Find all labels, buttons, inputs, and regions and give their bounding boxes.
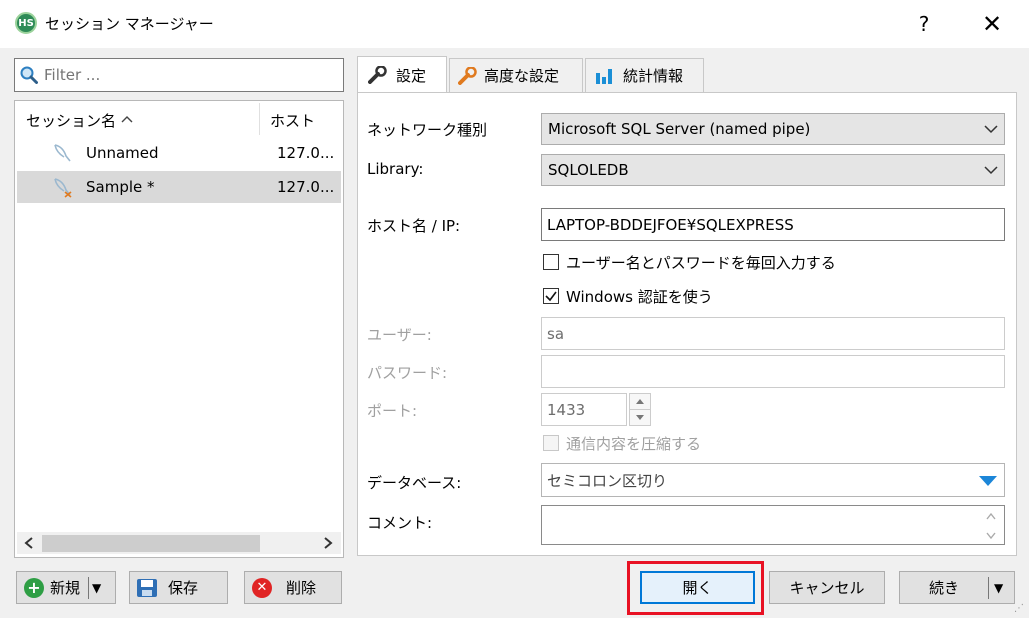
- close-button[interactable]: ✕: [970, 8, 1014, 40]
- filter-input[interactable]: [44, 63, 334, 87]
- dropdown-arrow-icon[interactable]: ▼: [92, 581, 101, 595]
- app-logo-icon: HS: [15, 12, 37, 34]
- open-button[interactable]: 開く: [640, 571, 755, 604]
- hostname-label: ホスト名 / IP:: [367, 217, 461, 235]
- scroll-down-icon[interactable]: [986, 532, 996, 539]
- wrench-orange-icon: [458, 66, 477, 85]
- dropdown-arrow-icon[interactable]: ▼: [994, 581, 1003, 595]
- scroll-up-icon[interactable]: [986, 513, 996, 520]
- stepper-up-icon[interactable]: [635, 398, 645, 405]
- port-input[interactable]: 1433: [541, 393, 627, 426]
- dropdown-triangle-icon[interactable]: [978, 475, 998, 487]
- continue-button[interactable]: 続き ▼: [899, 571, 1015, 604]
- library-select[interactable]: SQLOLEDB: [541, 154, 1005, 186]
- open-label: 開く: [682, 579, 713, 597]
- mssql-session-icon: [54, 144, 71, 162]
- session-name: Sample *: [86, 178, 155, 196]
- prompt-credentials-checkbox[interactable]: [543, 254, 559, 270]
- new-button[interactable]: + 新規 ▼: [16, 571, 116, 604]
- column-divider[interactable]: [259, 103, 260, 135]
- column-header-session-name[interactable]: セッション名: [26, 110, 116, 131]
- delete-x-icon: ✕: [252, 577, 272, 598]
- tab-label: 高度な設定: [484, 67, 560, 85]
- compress-label[interactable]: 通信内容を圧縮する: [566, 433, 701, 454]
- session-host: 127.0...: [277, 178, 335, 196]
- user-input[interactable]: sa: [541, 317, 1005, 350]
- port-value: 1433: [547, 400, 586, 419]
- scroll-right-icon[interactable]: [323, 537, 333, 549]
- help-button[interactable]: ?: [902, 8, 946, 40]
- search-icon: [20, 66, 38, 84]
- sort-ascending-icon: [121, 116, 133, 123]
- comment-textarea[interactable]: [541, 505, 1005, 545]
- session-host: 127.0...: [277, 144, 335, 162]
- mssql-session-modified-icon: [54, 178, 72, 198]
- session-name: Unnamed: [86, 144, 159, 162]
- checkmark-icon: [545, 291, 557, 302]
- hostname-value: LAPTOP-BDDEJFOE¥SQLEXPRESS: [547, 215, 794, 234]
- cancel-label: キャンセル: [789, 579, 865, 597]
- new-label: 新規: [50, 579, 81, 597]
- delete-label: 削除: [286, 579, 317, 597]
- library-label: Library:: [367, 160, 424, 178]
- window-title: セッション マネージャー: [45, 15, 214, 33]
- network-type-select[interactable]: Microsoft SQL Server (named pipe): [541, 113, 1005, 145]
- bar-chart-icon: [596, 68, 612, 84]
- tab-settings[interactable]: 設定: [357, 56, 447, 93]
- tab-label: 統計情報: [623, 67, 684, 85]
- user-label: ユーザー:: [367, 326, 432, 344]
- chevron-down-icon: [984, 166, 998, 175]
- database-value: セミコロン区切り: [547, 471, 668, 490]
- save-disk-icon: [137, 578, 157, 597]
- database-select[interactable]: セミコロン区切り: [541, 463, 1005, 497]
- prompt-credentials-label[interactable]: ユーザー名とパスワードを毎回入力する: [566, 252, 836, 273]
- save-button[interactable]: 保存: [129, 571, 228, 604]
- password-label: パスワード:: [367, 364, 448, 382]
- split-divider: [88, 576, 90, 599]
- scrollbar-thumb[interactable]: [42, 535, 260, 552]
- compress-checkbox[interactable]: [543, 435, 559, 451]
- delete-button[interactable]: ✕ 削除: [244, 571, 342, 604]
- user-value: sa: [547, 324, 565, 343]
- library-value: SQLOLEDB: [548, 161, 629, 179]
- scroll-left-icon[interactable]: [24, 537, 34, 549]
- tab-advanced-settings[interactable]: 高度な設定: [449, 58, 583, 92]
- comment-label: コメント:: [367, 514, 433, 532]
- wrench-icon: [368, 66, 387, 84]
- windows-auth-checkbox[interactable]: [543, 288, 559, 304]
- windows-auth-label[interactable]: Windows 認証を使う: [566, 286, 713, 307]
- network-type-label: ネットワーク種別: [367, 121, 488, 139]
- continue-label: 続き: [928, 579, 959, 597]
- network-type-value: Microsoft SQL Server (named pipe): [548, 120, 811, 138]
- save-label: 保存: [168, 579, 199, 597]
- plus-icon: +: [24, 577, 44, 598]
- port-label: ポート:: [367, 402, 418, 420]
- split-divider: [988, 576, 989, 599]
- tab-statistics[interactable]: 統計情報: [585, 58, 704, 92]
- database-label: データベース:: [367, 474, 462, 492]
- tab-label: 設定: [396, 66, 427, 85]
- stepper-down-icon[interactable]: [635, 414, 645, 421]
- port-stepper[interactable]: [629, 393, 651, 426]
- password-input[interactable]: [541, 355, 1005, 388]
- cancel-button[interactable]: キャンセル: [769, 571, 885, 604]
- resize-grip-icon[interactable]: ⋰: [1014, 603, 1024, 614]
- column-header-host[interactable]: ホスト: [270, 110, 315, 131]
- hostname-input[interactable]: LAPTOP-BDDEJFOE¥SQLEXPRESS: [541, 208, 1005, 241]
- chevron-down-icon: [984, 125, 998, 134]
